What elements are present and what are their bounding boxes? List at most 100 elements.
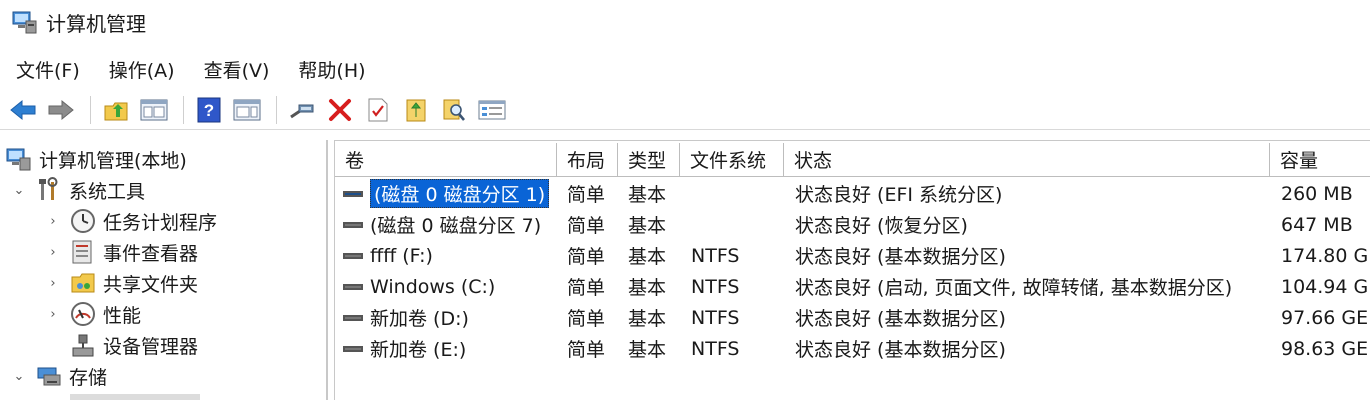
type-cell: 基本 (628, 215, 667, 237)
toolbar-separator (90, 95, 91, 124)
column-header-layout[interactable]: 布局 (557, 143, 618, 177)
device-manager-icon (72, 334, 94, 357)
layout-cell: 简单 (567, 308, 606, 330)
volume-cell: (磁盘 0 磁盘分区 7) (343, 209, 555, 240)
type-cell: 基本 (628, 339, 667, 361)
column-header-status[interactable]: 状态 (784, 143, 1270, 177)
menu-file[interactable]: 文件(F) (16, 56, 80, 83)
menu-action[interactable]: 操作(A) (109, 56, 175, 83)
back-button[interactable] (6, 94, 40, 126)
table-row[interactable]: Windows (C:) 简单 基本 NTFS 状态良好 (启动, 页面文件, … (335, 271, 1370, 302)
type-cell: 基本 (628, 277, 667, 299)
layout-cell: 简单 (567, 339, 606, 361)
back-arrow-icon (10, 99, 36, 120)
tree-item-label: 共享文件夹 (103, 273, 199, 296)
filesystem-cell: NTFS (691, 306, 740, 329)
title-bar: 计算机管理 (0, 0, 1370, 44)
table-row[interactable]: 新加卷 (D:) 简单 基本 NTFS 状态良好 (基本数据分区) 97.66 … (335, 302, 1370, 333)
collapse-chevron-icon[interactable]: ⌄ (10, 183, 28, 198)
expand-chevron-icon[interactable]: › (44, 245, 62, 260)
volume-cell: Windows (C:) (343, 271, 555, 302)
volume-cell: 新加卷 (D:) (343, 302, 555, 333)
volume-name: ffff (F:) (370, 244, 433, 267)
expand-chevron-icon[interactable]: › (44, 214, 62, 229)
export-button[interactable] (399, 94, 433, 126)
volume-name: (磁盘 0 磁盘分区 7) (370, 215, 542, 237)
tree-item-event-viewer[interactable]: › 事件查看器 (44, 237, 198, 267)
capacity-cell: 97.66 GE (1281, 306, 1369, 329)
capacity-cell: 98.63 GE (1281, 337, 1369, 360)
tree-item-label: 存储 (69, 366, 108, 389)
column-header-filesystem[interactable]: 文件系统 (680, 143, 784, 177)
capacity-cell: 260 MB (1281, 182, 1353, 205)
volume-name: (磁盘 0 磁盘分区 1) (370, 179, 550, 208)
status-cell: 状态良好 (启动, 页面文件, 故障转储, 基本数据分区) (795, 277, 1233, 299)
filesystem-cell: NTFS (691, 275, 740, 298)
tree-item-performance[interactable]: › 性能 (44, 299, 141, 329)
column-header-capacity[interactable]: 容量 (1270, 143, 1370, 177)
collapse-chevron-icon[interactable]: ⌄ (10, 369, 28, 384)
console-tree-icon (140, 99, 168, 120)
volume-icon (343, 190, 363, 197)
tree-item-shared-folders[interactable]: › 共享文件夹 (44, 268, 198, 298)
volume-cell: 新加卷 (E:) (343, 333, 555, 364)
column-header-type[interactable]: 类型 (618, 143, 680, 177)
filesystem-cell: NTFS (691, 244, 740, 267)
filesystem-cell: NTFS (691, 337, 740, 360)
table-row[interactable]: (磁盘 0 磁盘分区 1) 简单 基本 状态良好 (EFI 系统分区) 260 … (335, 178, 1370, 209)
tree-item-storage[interactable]: ⌄ 存储 (10, 361, 107, 391)
capacity-cell: 174.80 G (1281, 244, 1369, 267)
volume-icon (343, 314, 363, 321)
volume-name: 新加卷 (D:) (370, 308, 469, 330)
search-button[interactable] (437, 94, 471, 126)
check-button[interactable] (361, 94, 395, 126)
volume-list: 卷 布局 类型 文件系统 状态 容量 (磁盘 0 磁盘分区 1) 简单 基本 状… (334, 140, 1370, 400)
expand-chevron-icon[interactable]: › (44, 276, 62, 291)
tree-item-label: 系统工具 (69, 180, 146, 203)
tree-item-computer-management[interactable]: 计算机管理(本地) (6, 144, 187, 174)
menu-help[interactable]: 帮助(H) (298, 56, 365, 83)
menu-view[interactable]: 查看(V) (204, 56, 270, 83)
volume-cell: ffff (F:) (343, 240, 555, 271)
help-button[interactable]: ? (192, 94, 226, 126)
status-cell: 状态良好 (基本数据分区) (795, 246, 1006, 268)
tree-item-disk-management-partial[interactable] (70, 394, 200, 400)
up-level-button[interactable] (99, 94, 133, 126)
connect-icon (290, 104, 314, 118)
type-cell: 基本 (628, 184, 667, 206)
tree-item-label: 设备管理器 (103, 335, 199, 358)
column-header-volume[interactable]: 卷 (335, 143, 557, 177)
capacity-cell: 647 MB (1281, 213, 1353, 236)
layout-cell: 简单 (567, 184, 606, 206)
menu-bar: 文件(F) 操作(A) 查看(V) 帮助(H) (0, 52, 395, 86)
storage-icon (37, 367, 61, 386)
tree-item-label: 性能 (103, 304, 142, 327)
table-row[interactable]: ffff (F:) 简单 基本 NTFS 状态良好 (基本数据分区) 174.8… (335, 240, 1370, 271)
expand-chevron-icon[interactable]: › (44, 307, 62, 322)
show-hide-tree-button[interactable] (137, 94, 171, 126)
delete-button[interactable] (323, 94, 357, 126)
tree-item-device-manager[interactable]: 设备管理器 (70, 330, 198, 360)
forward-button[interactable] (44, 94, 78, 126)
checklist-icon (368, 98, 388, 121)
layout-cell: 简单 (567, 215, 606, 237)
table-row[interactable]: (磁盘 0 磁盘分区 7) 简单 基本 状态良好 (恢复分区) 647 MB (335, 209, 1370, 240)
action-pane-icon (233, 99, 261, 120)
volume-icon (343, 252, 363, 259)
tree-item-system-tools[interactable]: ⌄ 系统工具 (10, 175, 145, 205)
folder-up-icon (104, 102, 128, 120)
console-tree: 计算机管理(本地) ⌄ 系统工具 › 任务计划程序 › 事件查看器 › 共享文件… (0, 140, 328, 400)
show-hide-action-pane-button[interactable] (230, 94, 264, 126)
status-cell: 状态良好 (基本数据分区) (795, 308, 1006, 330)
svg-text:?: ? (204, 101, 214, 120)
tools-icon (39, 177, 58, 200)
volume-icon (343, 283, 363, 290)
connect-button[interactable] (285, 94, 319, 126)
tree-item-label: 事件查看器 (103, 242, 199, 265)
tree-item-label: 任务计划程序 (103, 211, 218, 234)
properties-button[interactable] (475, 94, 509, 126)
table-row[interactable]: 新加卷 (E:) 简单 基本 NTFS 状态良好 (基本数据分区) 98.63 … (335, 333, 1370, 364)
delete-x-icon (329, 98, 351, 121)
computer-management-icon (6, 148, 31, 171)
tree-item-task-scheduler[interactable]: › 任务计划程序 (44, 206, 217, 236)
